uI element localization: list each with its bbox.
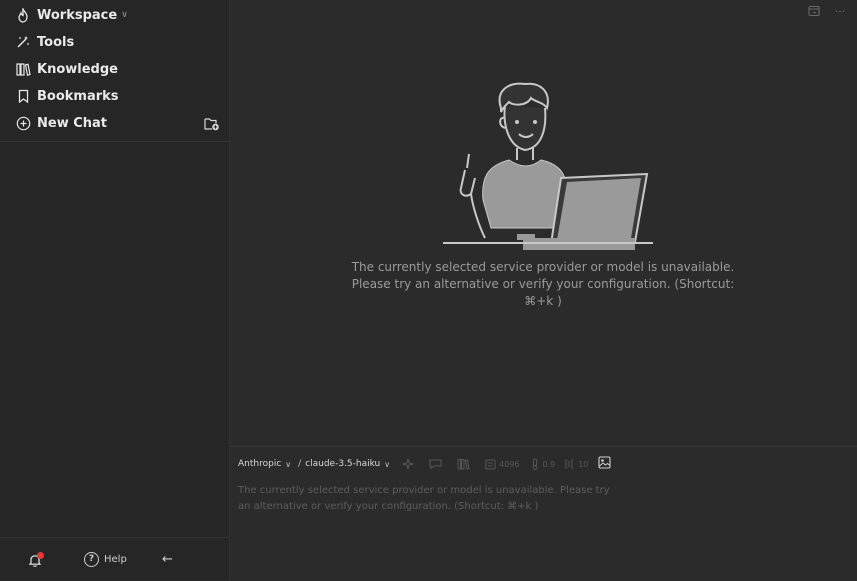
chevron-down-icon: ∨ [384, 459, 391, 469]
notification-badge [37, 552, 44, 559]
model-label: claude-3.5-haiku [305, 459, 381, 469]
sparkle-settings-icon[interactable] [402, 458, 417, 470]
max-tokens-indicator[interactable]: 4096 [485, 459, 519, 470]
collapse-sidebar-button[interactable]: ← [162, 548, 173, 570]
context-count-value: 10 [578, 459, 589, 469]
bell-icon [28, 551, 44, 567]
help-label: Help [104, 553, 127, 565]
sidebar-item-knowledge[interactable]: Knowledge [14, 58, 118, 80]
flame-icon [14, 7, 32, 23]
sidebar-item-workspace[interactable]: Workspace ∨ [14, 4, 128, 26]
context-count-indicator[interactable]: 10 [563, 458, 588, 470]
terminal-icon[interactable] [807, 5, 821, 19]
sidebar-item-label: Tools [37, 34, 75, 50]
temperature-value: 0.9 [542, 459, 556, 469]
chat-area: ··· The currently selected service provi… [230, 0, 857, 446]
chevron-down-icon: ∨ [121, 10, 128, 20]
provider-label: Anthropic [238, 459, 282, 469]
books-icon [14, 61, 32, 77]
divider [0, 537, 229, 538]
history-icon [565, 459, 573, 469]
magic-wand-icon [14, 34, 32, 50]
composer-toolbar: Anthropic ∨ / claude-3.5-haiku ∨ 4096 0.… [238, 456, 611, 472]
help-button[interactable]: ? Help [84, 548, 127, 570]
chevron-down-icon: ∨ [285, 459, 292, 469]
tokens-icon [485, 459, 496, 469]
books-icon[interactable] [457, 458, 473, 470]
sidebar-item-label: Workspace [37, 7, 118, 23]
divider [0, 141, 229, 142]
sidebar-item-tools[interactable]: Tools [14, 31, 74, 53]
bookmark-icon [14, 88, 32, 104]
plus-circle-icon [14, 115, 32, 131]
top-toolbar: ··· [807, 5, 847, 19]
more-icon[interactable]: ··· [833, 5, 847, 19]
chat-bubble-icon[interactable] [429, 458, 445, 470]
sidebar-item-new-chat[interactable]: New Chat [14, 112, 107, 134]
unavailable-message: The currently selected service provider … [351, 260, 735, 308]
arrow-left-icon: ← [162, 551, 173, 567]
new-folder-icon[interactable] [204, 116, 220, 131]
sidebar-item-label: New Chat [37, 115, 108, 131]
sidebar-item-bookmarks[interactable]: Bookmarks [14, 85, 119, 107]
notifications-button[interactable] [28, 548, 44, 570]
sidebar-item-label: Bookmarks [37, 88, 119, 104]
help-icon: ? [84, 551, 99, 567]
sidebar: Workspace ∨ Tools Knowledge Bookmarks Ne… [0, 0, 230, 580]
image-settings-icon[interactable] [598, 456, 611, 472]
sidebar-item-label: Knowledge [37, 61, 118, 77]
separator: / [298, 459, 302, 469]
empty-state-illustration [443, 78, 653, 253]
max-tokens-value: 4096 [499, 459, 520, 469]
thermometer-icon [532, 458, 538, 470]
provider-select[interactable]: Anthropic ∨ [238, 459, 291, 469]
model-select[interactable]: claude-3.5-haiku ∨ [305, 459, 390, 469]
temperature-indicator[interactable]: 0.9 [531, 458, 555, 470]
message-input[interactable]: The currently selected service provider … [238, 483, 618, 515]
composer: Anthropic ∨ / claude-3.5-haiku ∨ 4096 0.… [230, 446, 857, 581]
